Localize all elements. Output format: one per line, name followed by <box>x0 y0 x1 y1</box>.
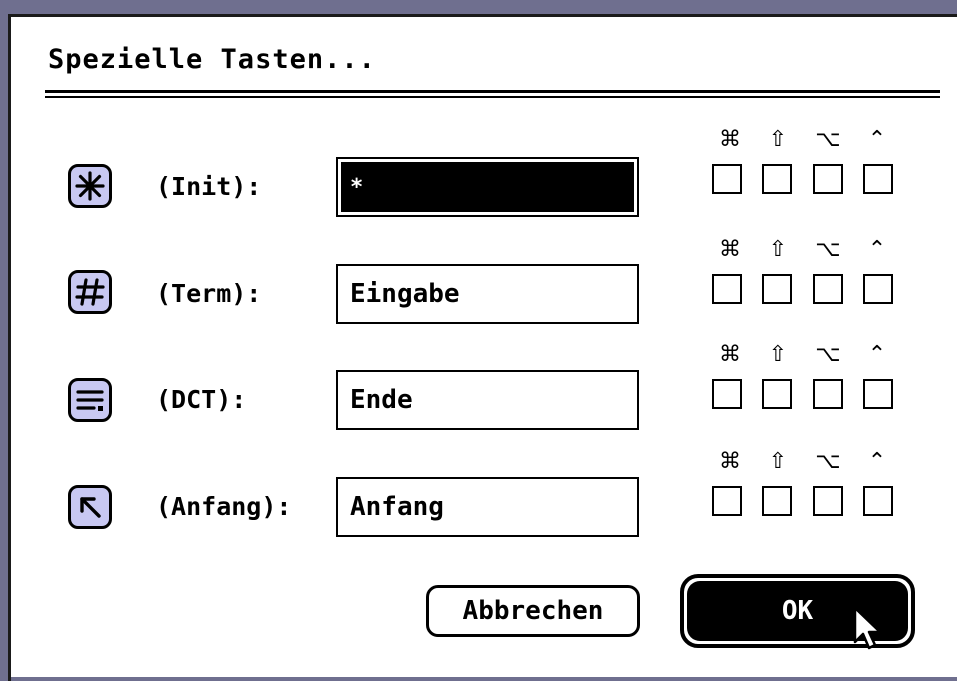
dct-label: (DCT): <box>156 385 247 414</box>
control-icon: ⌃ <box>867 237 887 262</box>
init-command-checkbox[interactable] <box>712 164 742 194</box>
window-frame-left <box>0 0 8 681</box>
anfang-option-checkbox[interactable] <box>813 486 843 516</box>
dct-option-checkbox[interactable] <box>813 379 843 409</box>
dialog-title: Spezielle Tasten... <box>48 44 376 75</box>
term-option-checkbox[interactable] <box>813 274 843 304</box>
term-input[interactable] <box>341 269 634 319</box>
cancel-button[interactable]: Abbrechen <box>426 585 640 637</box>
dct-modifiers: ⌘ ⇧ ⌥ ⌃ <box>712 342 897 422</box>
asterisk-key-icon <box>68 164 112 208</box>
control-icon: ⌃ <box>867 449 887 474</box>
anfang-control-checkbox[interactable] <box>863 486 893 516</box>
command-icon: ⌘ <box>719 237 741 262</box>
mouse-pointer-icon <box>853 606 882 650</box>
anfang-field-frame <box>336 477 639 537</box>
term-control-checkbox[interactable] <box>863 274 893 304</box>
anfang-label: (Anfang): <box>156 492 292 521</box>
command-icon: ⌘ <box>719 342 741 367</box>
anfang-modifiers: ⌘ ⇧ ⌥ ⌃ <box>712 449 897 529</box>
window-frame-bottom <box>0 677 957 681</box>
arrow-up-left-key-icon <box>68 485 112 529</box>
init-input[interactable] <box>341 162 634 212</box>
option-icon: ⌥ <box>815 127 841 152</box>
init-label: (Init): <box>156 172 262 201</box>
term-label: (Term): <box>156 279 262 308</box>
dct-key-icon <box>68 378 112 422</box>
dct-control-checkbox[interactable] <box>863 379 893 409</box>
command-icon: ⌘ <box>719 449 741 474</box>
init-control-checkbox[interactable] <box>863 164 893 194</box>
init-option-checkbox[interactable] <box>813 164 843 194</box>
shift-icon: ⇧ <box>768 449 788 474</box>
option-icon: ⌥ <box>815 449 841 474</box>
control-icon: ⌃ <box>867 342 887 367</box>
anfang-input[interactable] <box>341 482 634 532</box>
window-frame-top <box>0 0 957 14</box>
term-field-frame <box>336 264 639 324</box>
window-border-left <box>8 14 11 681</box>
window-border-top <box>8 14 957 17</box>
title-divider <box>45 90 940 93</box>
shift-icon: ⇧ <box>768 342 788 367</box>
init-modifiers: ⌘ ⇧ ⌥ ⌃ <box>712 127 897 207</box>
term-command-checkbox[interactable] <box>712 274 742 304</box>
option-icon: ⌥ <box>815 237 841 262</box>
shift-icon: ⇧ <box>768 127 788 152</box>
dct-input[interactable] <box>341 375 634 425</box>
hash-key-icon <box>68 270 112 314</box>
dct-shift-checkbox[interactable] <box>762 379 792 409</box>
shift-icon: ⇧ <box>768 237 788 262</box>
init-shift-checkbox[interactable] <box>762 164 792 194</box>
term-modifiers: ⌘ ⇧ ⌥ ⌃ <box>712 237 897 317</box>
option-icon: ⌥ <box>815 342 841 367</box>
command-icon: ⌘ <box>719 127 741 152</box>
dct-field-frame <box>336 370 639 430</box>
dct-command-checkbox[interactable] <box>712 379 742 409</box>
init-field-frame <box>336 157 639 217</box>
control-icon: ⌃ <box>867 127 887 152</box>
term-shift-checkbox[interactable] <box>762 274 792 304</box>
anfang-shift-checkbox[interactable] <box>762 486 792 516</box>
anfang-command-checkbox[interactable] <box>712 486 742 516</box>
title-divider-second-line <box>45 96 940 98</box>
